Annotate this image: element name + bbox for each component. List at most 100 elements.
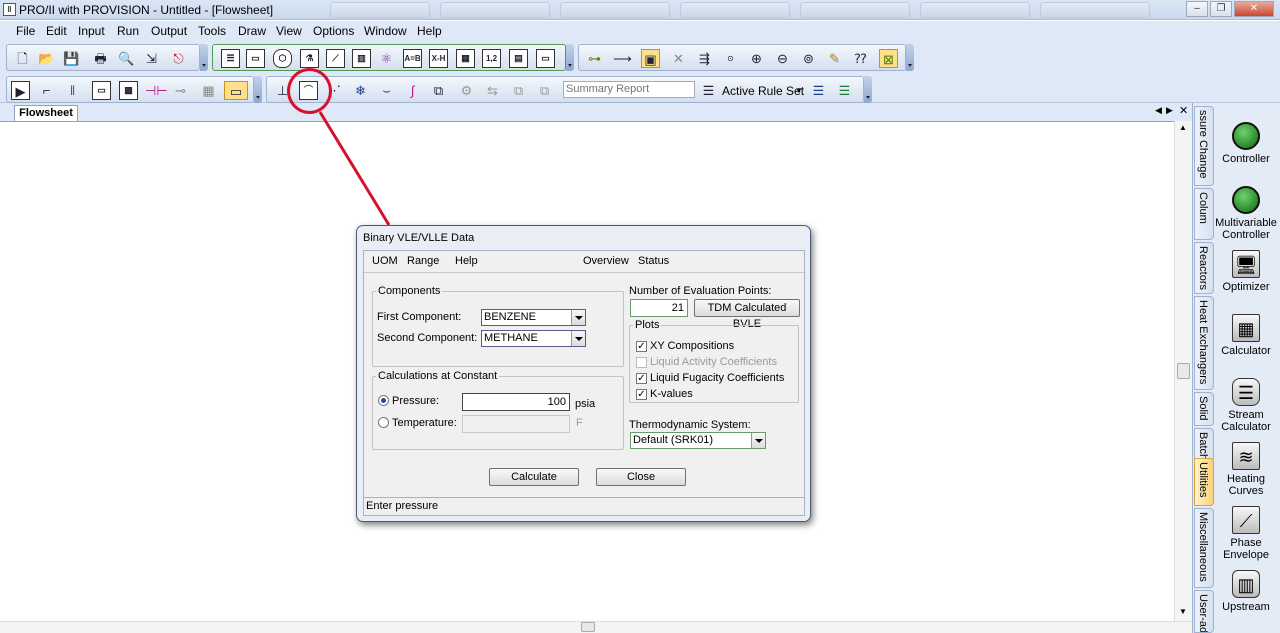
palette-item-multivariable-controller[interactable]: Multivariable Controller [1214, 186, 1278, 241]
pressure-input[interactable]: 100 [462, 393, 570, 411]
toolbar-grip[interactable] [254, 76, 262, 103]
print-icon[interactable]: 🖶 [91, 49, 110, 68]
toolbar-grip[interactable] [200, 44, 208, 71]
horizontal-scroll-thumb[interactable] [581, 622, 595, 632]
connect-stream-icon[interactable]: ⊶ [585, 49, 604, 68]
palette-item-optimizer[interactable]: 🖥 Optimizer [1214, 250, 1278, 293]
assay-flask-icon[interactable]: ⚗ [300, 49, 319, 68]
thermodynamic-system-select[interactable]: Default (SRK01) [630, 432, 766, 449]
palette-tab-reactors[interactable]: Reactors [1194, 242, 1214, 294]
curve-plot-icon[interactable]: ⟋ [326, 49, 345, 68]
export-icon[interactable]: ⇲ [142, 49, 161, 68]
zoom-out-icon[interactable]: ⊖ [773, 49, 792, 68]
curve-fit-icon[interactable]: ⌣ [377, 81, 396, 100]
dialog-menu-help[interactable]: Help [455, 255, 478, 267]
zoom-100-icon[interactable]: ⊙ [721, 49, 740, 68]
chevron-down-icon[interactable]: ▼ [795, 86, 803, 95]
zoom-in-icon[interactable]: ⊕ [747, 49, 766, 68]
active-rule-set-dropdown[interactable]: Active Rule Set [722, 84, 804, 98]
menu-edit[interactable]: Edit [46, 24, 67, 38]
scroll-up-icon[interactable]: ▲ [1179, 123, 1187, 132]
chevron-down-icon[interactable] [571, 331, 585, 346]
curve-edit-icon[interactable]: ∫ [403, 81, 422, 100]
first-component-select[interactable]: BENZENE [481, 309, 586, 326]
palette-item-phase-envelope[interactable]: ⟋ Phase Envelope [1214, 506, 1278, 561]
component-selection-icon[interactable]: ☰ [221, 49, 240, 68]
calculate-button[interactable]: Calculate [489, 468, 579, 486]
toolbar-grip[interactable] [906, 44, 914, 71]
menu-view[interactable]: View [276, 24, 302, 38]
chevron-down-icon[interactable] [571, 310, 585, 325]
unit-highlight-icon[interactable]: ▣ [641, 49, 660, 68]
step-icon[interactable]: ⌐ [37, 81, 56, 100]
xy-compositions-checkbox[interactable]: ✓ [636, 341, 647, 352]
results-window-icon[interactable]: ▭ [224, 81, 248, 100]
unit-ops-icon[interactable]: ▦ [456, 49, 475, 68]
tab-scroll-left-icon[interactable]: ◀ [1155, 105, 1162, 116]
bar-chart-icon[interactable]: ▥ [352, 49, 371, 68]
menu-draw[interactable]: Draw [238, 24, 266, 38]
palette-item-controller[interactable]: Controller [1214, 122, 1278, 165]
menu-options[interactable]: Options [313, 24, 354, 38]
restart-icon[interactable]: ⊸ [171, 81, 190, 100]
toolbar-grip[interactable] [864, 76, 872, 103]
palette-tab-user-added[interactable]: User-ad [1194, 590, 1214, 633]
sequence-icon[interactable]: 1,2 [482, 49, 501, 68]
thermodynamic-data-icon[interactable]: ⬡ [273, 49, 292, 68]
palette-tab-batch[interactable]: Batch [1194, 428, 1214, 462]
rules-check-icon[interactable]: ☰ [835, 81, 854, 100]
vertical-scrollbar[interactable]: ▲ ▼ [1174, 121, 1192, 621]
menu-input[interactable]: Input [78, 24, 105, 38]
pressure-radio[interactable] [378, 395, 389, 406]
close-button[interactable]: Close [596, 468, 686, 486]
summary-report-select[interactable]: Summary Report [563, 81, 695, 98]
stream-arrow-icon[interactable]: ⟶ [613, 49, 632, 68]
snowflake-icon[interactable]: ❄ [351, 81, 370, 100]
dialog-menu-overview[interactable]: Overview [583, 255, 629, 267]
print-preview-icon[interactable]: 🔍 [117, 49, 136, 68]
rules-list-icon[interactable]: ☰ [809, 81, 828, 100]
molecule-icon[interactable]: ⚛ [377, 49, 396, 68]
save-icon[interactable]: 💾 [62, 49, 81, 68]
palette-tab-utilities[interactable]: Utilities [1194, 458, 1214, 506]
new-file-icon[interactable]: 🗋 [13, 49, 32, 68]
report-icon[interactable]: ⧉ [429, 81, 448, 100]
close-document-icon[interactable]: ✕ [1179, 104, 1188, 117]
k-values-checkbox[interactable]: ✓ [636, 389, 647, 400]
temperature-radio[interactable] [378, 417, 389, 428]
delete-icon[interactable]: ✕ [669, 49, 688, 68]
dialog-menu-range[interactable]: Range [407, 255, 439, 267]
menu-file[interactable]: File [16, 24, 35, 38]
zoom-fit-icon[interactable]: ⊚ [799, 49, 818, 68]
case-study-icon[interactable]: ▤ [509, 49, 528, 68]
tdm-calculated-bvle-button[interactable]: TDM Calculated BVLE [694, 299, 800, 330]
palette-item-stream-calculator[interactable]: ☰ Stream Calculator [1214, 378, 1278, 433]
second-component-select[interactable]: METHANE [481, 330, 586, 347]
exit-icon[interactable]: ⎋ [169, 49, 188, 68]
palette-tab-pressure-change[interactable]: ssure Change [1194, 106, 1214, 186]
open-folder-icon[interactable]: 📂 [37, 49, 56, 68]
toolbar-grip[interactable] [566, 44, 574, 71]
palette-tab-heat-exchangers[interactable]: Heat Exchangers [1194, 296, 1214, 390]
dialog-menu-uom[interactable]: UOM [372, 255, 398, 267]
context-help-icon[interactable]: ⁇ [851, 49, 870, 68]
minimize-icon[interactable]: – [1186, 1, 1208, 17]
align-icon[interactable]: ⇶ [695, 49, 714, 68]
restore-icon[interactable]: ❐ [1210, 1, 1232, 17]
scroll-down-icon[interactable]: ▼ [1179, 607, 1187, 616]
menu-tools[interactable]: Tools [198, 24, 226, 38]
menu-output[interactable]: Output [151, 24, 187, 38]
notes-icon[interactable]: ▭ [536, 49, 555, 68]
palette-item-calculator[interactable]: ▦ Calculator [1214, 314, 1278, 357]
palette-item-heating-curves[interactable]: ≋ Heating Curves [1214, 442, 1278, 497]
temperature-input[interactable] [462, 415, 570, 433]
palette-item-upstream[interactable]: ▥ Upstream [1214, 570, 1278, 613]
stream-break-icon[interactable]: ⊣⊢ [145, 81, 168, 100]
run-icon[interactable]: ▶ [11, 81, 30, 100]
chevron-down-icon[interactable] [751, 433, 765, 448]
close-window-icon[interactable]: ✕ [1234, 1, 1274, 17]
horizontal-scrollbar[interactable] [0, 621, 1192, 633]
grid-toggle-icon[interactable]: ⊠ [879, 49, 898, 68]
dialog-menu-status[interactable]: Status [638, 255, 669, 267]
menu-window[interactable]: Window [364, 24, 407, 38]
